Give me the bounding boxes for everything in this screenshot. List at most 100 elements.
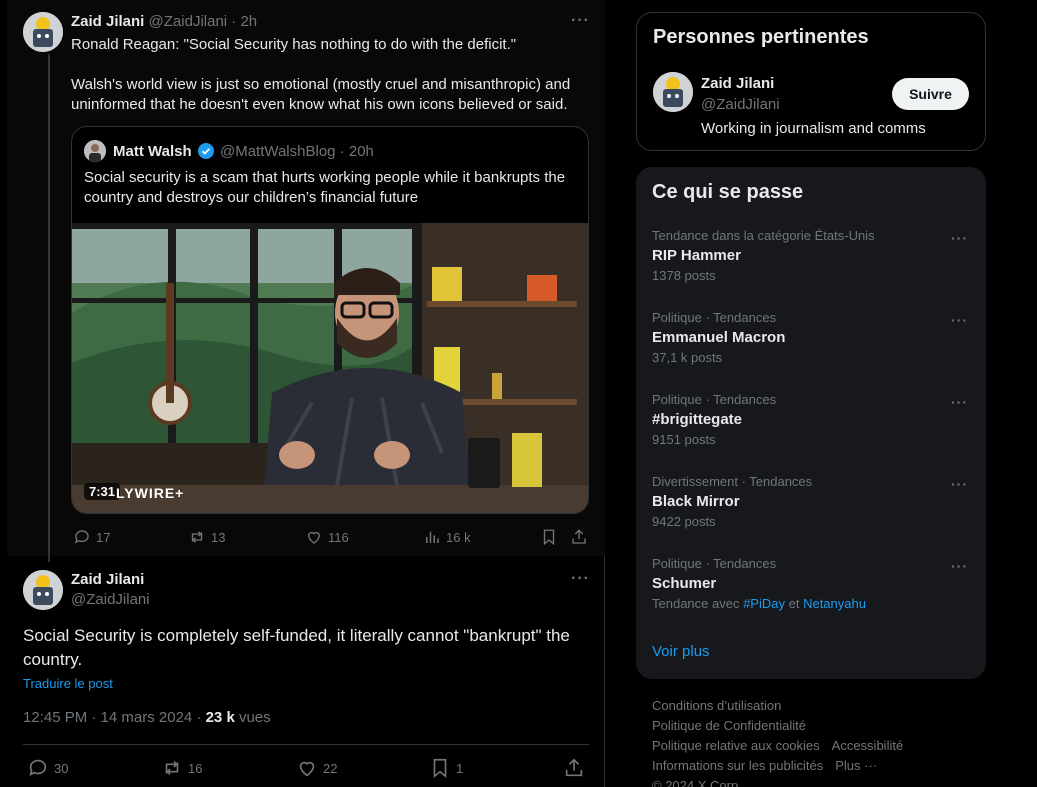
share-icon [572,529,586,544]
avatar[interactable] [653,72,693,112]
main-author-handle[interactable]: @ZaidJilani [71,591,150,608]
quoted-text: Social security is a scam that hurts wor… [84,169,566,206]
trend-category: Politique · Tendances [652,310,777,325]
author-name-text: Zaid Jilani [71,571,145,588]
trend-count: 1378 posts [652,268,716,283]
feed-column: Zaid Jilani @ZaidJilani · 2h ··· Ronald … [7,0,605,787]
ads-info-link[interactable]: Informations sur les publicités [652,758,823,773]
like-count: 22 [323,760,338,776]
video-watermark: LYWIRE+ [116,485,185,501]
video-duration: 7:31 [84,483,121,500]
divider [23,744,589,745]
trend-name: Emmanuel Macron [652,329,786,346]
trends-panel: Ce qui se passe Tendance dans la catégor… [636,167,986,679]
quoted-author-handle: @MattWalshBlog [219,143,336,160]
repost-icon [165,760,179,776]
reply-count: 17 [96,529,111,545]
person-handle[interactable]: @ZaidJilani [701,96,780,113]
avatar[interactable] [23,12,63,52]
like-button[interactable]: 116 [305,528,349,546]
views-count: 23 k [205,709,235,726]
trend-category: Tendance dans la catégorie États-Unis [652,228,875,243]
trend-category: Divertissement · Tendances [652,474,813,489]
quoted-avatar[interactable] [84,140,106,162]
tweet-header: Zaid Jilani @ZaidJilani · 2h [71,13,257,30]
quoted-tweet[interactable]: Matt Walsh @MattWalshBlog · 20h Social s… [71,126,589,514]
trend-related-sep: et [785,596,804,611]
views-label: vues [234,709,271,726]
see-more-link[interactable]: Voir plus [652,643,710,660]
privacy-link[interactable]: Politique de Confidentialité [652,718,806,733]
more-link[interactable]: Plus ··· [835,758,877,773]
panel-title: Personnes pertinentes [653,26,869,48]
more-options-icon[interactable]: ··· [951,476,968,492]
reply-count: 30 [54,760,69,776]
repost-button[interactable]: 16 [161,757,202,779]
tweet-timestamp[interactable]: 12:45 PM · 14 mars 2024 · [23,709,206,726]
bookmark-icon [543,529,555,546]
copyright: © 2024 X Corp. [652,778,742,787]
main-author-name[interactable]: Zaid Jilani [71,571,144,588]
verified-badge-icon [197,143,214,159]
related-hashtag-link[interactable]: #PiDay [743,596,785,611]
quoted-header: Matt Walsh @MattWalshBlog · 20h [113,143,374,160]
share-button[interactable] [563,757,585,779]
more-options-icon[interactable]: ··· [951,230,968,246]
tweet-meta: 12:45 PM · 14 mars 2024 · 23 k vues [23,709,271,726]
author-name[interactable]: Zaid Jilani [71,13,144,30]
person-bio: Working in journalism and comms [701,120,926,137]
reply-icon [29,759,47,776]
more-options-icon[interactable]: ··· [571,12,590,30]
trend-category: Politique · Tendances [652,392,777,407]
bookmark-button[interactable]: 1 [429,757,463,779]
trend-item[interactable]: Politique · Tendances #brigittegate 9151… [652,392,968,447]
more-options-icon[interactable]: ··· [571,570,590,588]
trend-count: 37,1 k posts [652,350,723,365]
heart-icon [299,761,315,777]
quoted-author-name[interactable]: Matt Walsh [113,143,192,160]
trend-count: 9422 posts [652,514,716,529]
like-button[interactable]: 22 [296,757,337,779]
tweet-time[interactable]: · 2h [231,13,257,30]
trend-name: #brigittegate [652,411,743,428]
trend-name: RIP Hammer [652,247,741,264]
main-tweet-text: Social Security is completely self-funde… [23,626,570,669]
trend-category: Politique · Tendances [652,556,777,571]
reply-button[interactable]: 30 [27,757,68,779]
terms-link[interactable]: Conditions d’utilisation [652,698,781,713]
video-player[interactable]: 7:31 LYWIRE+ [72,223,588,513]
reply-button[interactable]: 17 [73,528,110,546]
more-options-icon[interactable]: ··· [951,394,968,410]
avatar[interactable] [23,570,63,610]
translate-link[interactable]: Traduire le post [23,676,113,691]
footer-links: Conditions d’utilisation Politique de Co… [652,696,992,787]
relevant-people-panel: Personnes pertinentes Zaid Jilani @ZaidJ… [636,12,986,151]
tweet-text-line2: Walsh's world view is just so emotional … [71,76,571,113]
repost-button[interactable]: 13 [188,528,225,546]
heart-icon [308,531,320,544]
follow-button[interactable]: Suivre [892,78,969,110]
person-name[interactable]: Zaid Jilani [701,75,774,92]
views-button[interactable]: 16 k [423,528,471,546]
trend-item[interactable]: Tendance dans la catégorie États-Unis RI… [652,228,968,283]
trend-item[interactable]: Divertissement · Tendances Black Mirror … [652,474,968,529]
trend-item[interactable]: Politique · Tendances Emmanuel Macron 37… [652,310,968,365]
thread-connector-line [48,54,50,562]
panel-title: Ce qui se passe [652,181,804,203]
more-options-icon[interactable]: ··· [951,558,968,574]
accessibility-link[interactable]: Accessibilité [832,738,904,753]
trend-count: 9151 posts [652,432,716,447]
quoted-time: · 20h [339,143,374,160]
share-icon [565,758,583,777]
cookies-link[interactable]: Politique relative aux cookies [652,738,820,753]
trend-item[interactable]: Politique · Tendances Schumer Tendance a… [652,556,968,611]
repost-icon [191,531,203,543]
more-options-icon[interactable]: ··· [951,312,968,328]
view-count: 16 k [446,529,471,545]
related-topic-link[interactable]: Netanyahu [803,596,866,611]
bookmark-button[interactable] [540,528,558,546]
share-button[interactable] [570,528,588,546]
bookmark-icon [433,758,447,779]
author-handle[interactable]: @ZaidJilani [149,13,228,30]
reply-icon [74,530,89,544]
